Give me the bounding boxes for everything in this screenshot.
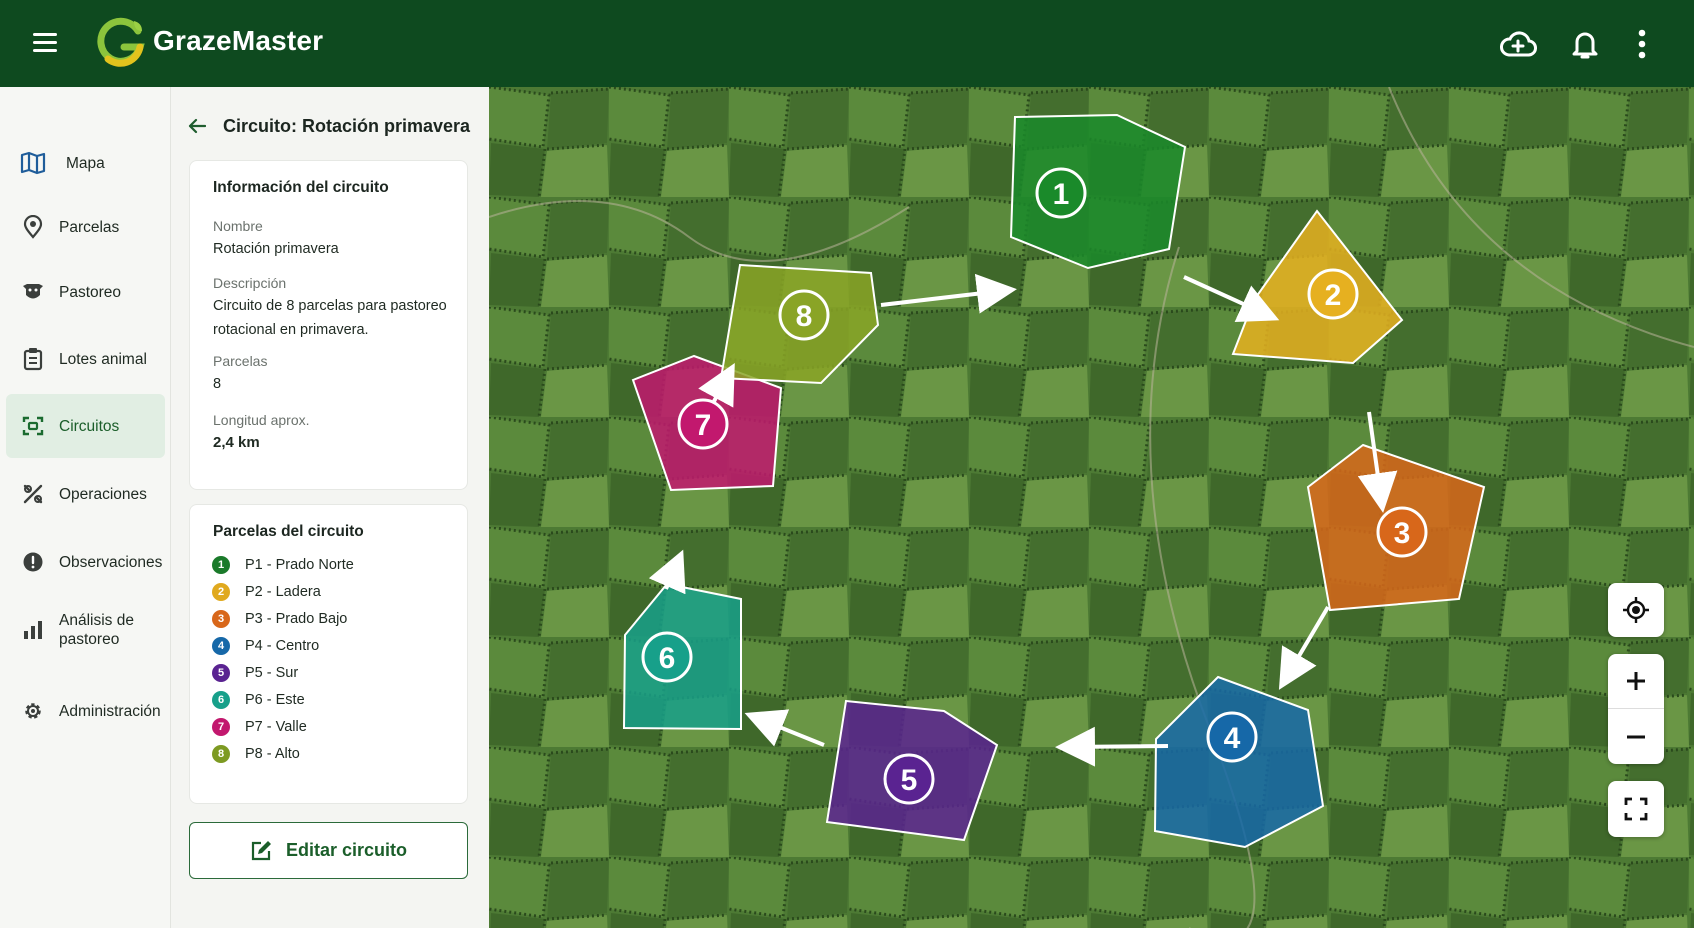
plot-list-item[interactable]: 7 P7 - Valle <box>212 717 307 737</box>
circuit-plots-card: Parcelas del circuito 1 P1 - Prado Norte 2… <box>189 504 468 804</box>
circuit-arrow <box>1055 726 1169 767</box>
sidebar-item-label: Pastoreo <box>59 283 122 301</box>
menu-icon[interactable] <box>30 28 64 58</box>
plot-list-item[interactable]: 4 P4 - Centro <box>212 636 319 656</box>
plot-list-item[interactable]: 8 P8 - Alto <box>212 744 300 764</box>
sidebar-item-parcelas[interactable]: Parcelas <box>6 195 165 259</box>
map-plot-number: 1 <box>1053 178 1070 211</box>
page-title: Circuito: Rotación primavera <box>223 115 471 136</box>
plot-number-badge: 2 <box>212 583 230 601</box>
gear-icon <box>20 698 46 724</box>
map-plot-number: 6 <box>659 642 676 675</box>
tools-icon <box>20 481 46 507</box>
plot-number-badge: 4 <box>212 637 230 655</box>
edit-circuit-button[interactable]: Editar circuito <box>189 822 468 879</box>
map-plot-number: 8 <box>796 300 813 333</box>
sidebar-item-analisis[interactable]: Análisis de pastoreo <box>6 598 165 662</box>
sidebar-item-label: Parcelas <box>59 218 120 236</box>
plot-number-badge: 3 <box>212 610 230 628</box>
plot-label: P5 - Sur <box>245 665 299 681</box>
fullscreen-button[interactable] <box>1608 781 1664 837</box>
sidebar-item-label: Operaciones <box>59 485 147 503</box>
plot-number-badge: 1 <box>212 556 230 574</box>
map-icon <box>20 150 46 176</box>
sidebar-item-observaciones[interactable]: Observaciones <box>6 530 165 594</box>
zoom-in-button[interactable] <box>1608 654 1664 709</box>
circuit-icon <box>20 413 46 439</box>
sidebar-item-label: Análisis de pastoreo <box>59 612 134 648</box>
card-heading: Parcelas del circuito <box>213 523 364 540</box>
zoom-in-icon <box>1627 672 1645 690</box>
plot-label: P4 - Centro <box>245 638 320 654</box>
map-plot-number: 7 <box>695 409 712 442</box>
length-value: 2,4 km <box>213 434 260 451</box>
bar-chart-icon <box>20 617 46 643</box>
app-title: GrazeMaster <box>153 25 324 56</box>
sidebar-item-operaciones[interactable]: Operaciones <box>6 462 165 526</box>
cloud-sync-icon[interactable] <box>1496 22 1540 66</box>
plot-list-item[interactable]: 2 P2 - Ladera <box>212 582 321 602</box>
map-plot-number: 4 <box>1224 722 1241 755</box>
fullscreen-icon <box>1624 797 1648 821</box>
more-vert-icon[interactable] <box>1620 22 1664 66</box>
plot-number-badge: 7 <box>212 718 230 736</box>
sidebar-item-label: Administración <box>59 702 161 720</box>
sidebar-item-pastoreo[interactable]: Pastoreo <box>6 260 165 324</box>
my-location-icon <box>1623 597 1649 623</box>
sidebar-item-administracion[interactable]: Administración <box>6 679 165 743</box>
plot-number-badge: 8 <box>212 745 230 763</box>
cow-icon <box>20 279 46 305</box>
name-value: Rotación primavera <box>213 241 339 257</box>
sidebar-item-circuitos[interactable]: Circuitos <box>6 394 165 458</box>
edit-icon <box>251 840 271 860</box>
plot-label: P2 - Ladera <box>245 584 321 600</box>
plot-number-badge: 5 <box>212 664 230 682</box>
my-location-button[interactable] <box>1608 583 1664 637</box>
location-pin-icon <box>20 214 46 240</box>
map-canvas[interactable]: 1 2 3 4 5 6 7 8 <box>489 87 1694 928</box>
length-label: Longitud aprox. <box>213 412 310 428</box>
sidebar: Mapa Parcelas Pastoreo Lotes animal Circ… <box>0 87 171 928</box>
plot-label: P8 - Alto <box>245 746 300 762</box>
clipboard-icon <box>20 346 46 372</box>
sidebar-item-label: Mapa <box>66 154 105 172</box>
plot-list-item[interactable]: 3 P3 - Prado Bajo <box>212 609 347 629</box>
alert-icon <box>20 549 46 575</box>
plot-label: P3 - Prado Bajo <box>245 611 348 627</box>
description-value: Circuito de 8 parcelas para pastoreo rot… <box>213 298 447 338</box>
panel-header: Circuito: Rotación primavera <box>186 115 470 137</box>
plot-number-badge: 6 <box>212 691 230 709</box>
bell-icon[interactable] <box>1563 22 1607 66</box>
plot-label: P7 - Valle <box>245 719 307 735</box>
top-app-bar: GrazeMaster <box>0 0 1694 87</box>
plots-count-value: 8 <box>213 376 222 392</box>
map-plot-number: 3 <box>1394 517 1411 550</box>
sidebar-item-mapa[interactable]: Mapa <box>6 131 165 195</box>
sidebar-item-label: Lotes animal <box>59 350 147 368</box>
plot-label: P6 - Este <box>245 692 305 708</box>
description-label: Descripción <box>213 275 287 291</box>
map-plot-number: 2 <box>1325 279 1342 312</box>
circuit-detail-panel: Circuito: Rotación primavera Información… <box>172 87 488 928</box>
circuit-info-card: Información del circuito Nombre Rotación… <box>189 160 468 490</box>
sidebar-item-label: Observaciones <box>59 553 163 571</box>
app-logo <box>97 17 145 67</box>
plot-list-item[interactable]: 5 P5 - Sur <box>212 663 298 683</box>
zoom-out-icon <box>1627 735 1645 738</box>
map-view[interactable]: 1 2 3 4 5 6 7 8 <box>489 87 1694 928</box>
plot-list-item[interactable]: 6 P6 - Este <box>212 690 305 710</box>
sidebar-item-label: Circuitos <box>59 417 120 435</box>
plot-list-item[interactable]: 1 P1 - Prado Norte <box>212 555 354 575</box>
plot-label: P1 - Prado Norte <box>245 557 354 573</box>
card-heading: Información del circuito <box>213 179 389 196</box>
back-arrow-icon[interactable] <box>186 115 208 137</box>
zoom-control <box>1608 654 1664 764</box>
zoom-out-button[interactable] <box>1608 709 1664 764</box>
name-label: Nombre <box>213 218 263 234</box>
plots-count-label: Parcelas <box>213 353 268 369</box>
sidebar-item-lotes-animal[interactable]: Lotes animal <box>6 327 165 391</box>
map-plot-number: 5 <box>901 764 918 797</box>
edit-button-label: Editar circuito <box>285 840 408 860</box>
